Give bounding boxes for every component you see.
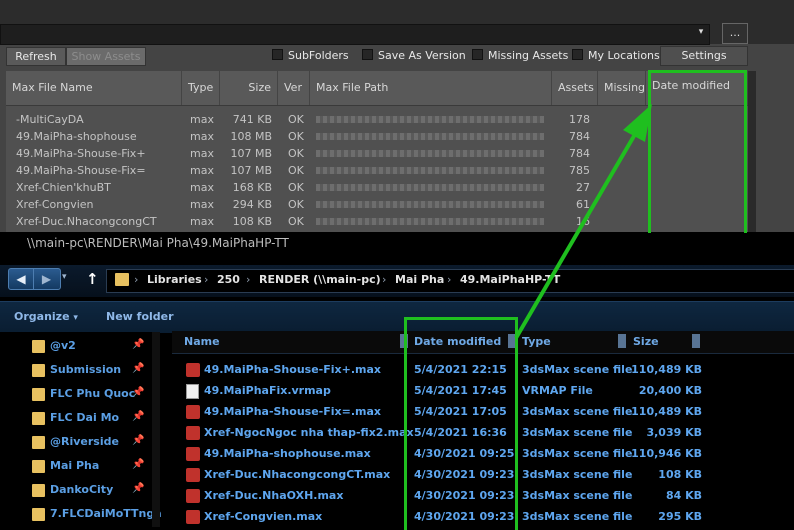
annotation-arrow	[514, 104, 652, 340]
